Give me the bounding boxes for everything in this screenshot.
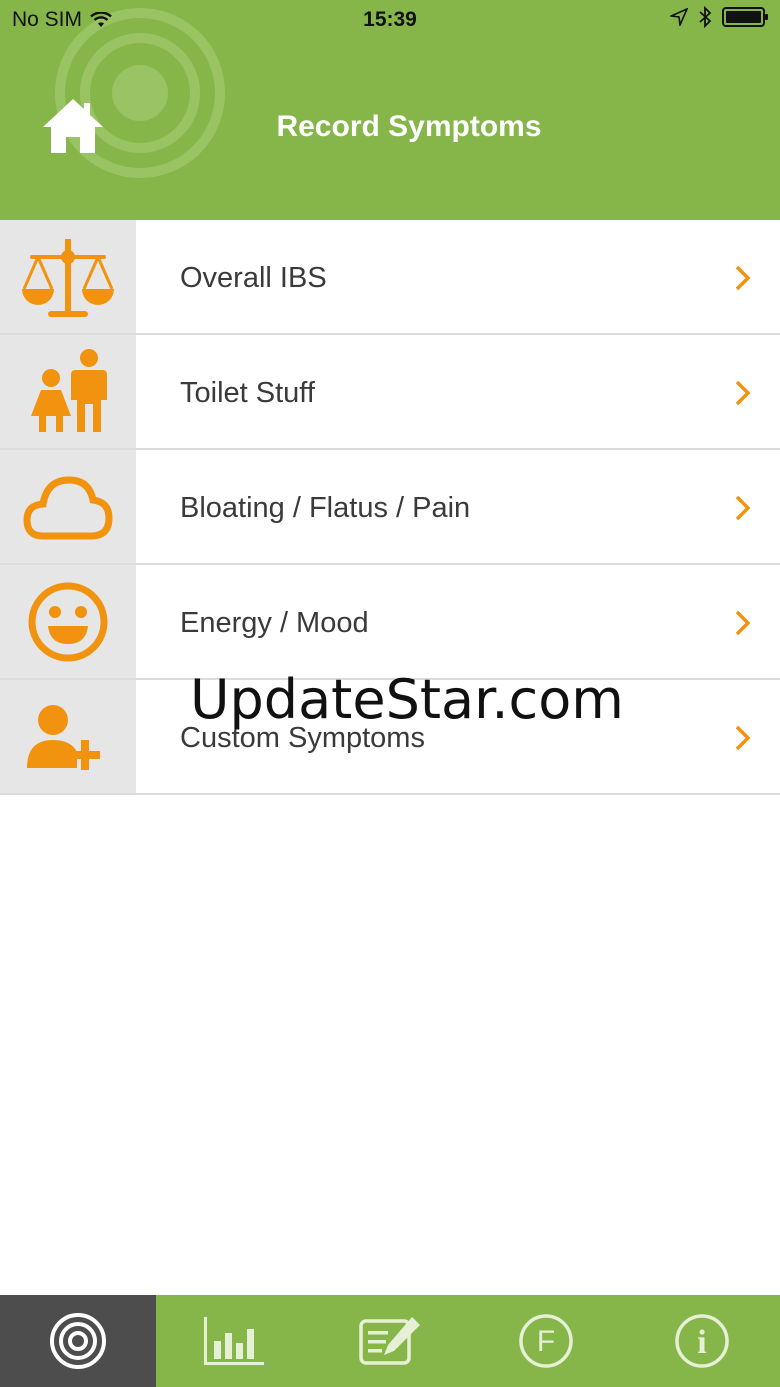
header: No SIM 15:39 Record Symptoms	[0, 0, 780, 220]
list-item-overall-ibs[interactable]: Overall IBS	[0, 220, 780, 335]
chevron-right-icon	[735, 725, 751, 751]
tab-foods[interactable]: F	[468, 1295, 624, 1387]
list-item-label: Toilet Stuff	[180, 377, 315, 409]
target-icon	[50, 1313, 106, 1369]
info-glyph: i	[697, 1324, 706, 1361]
f-glyph: F	[537, 1325, 555, 1358]
bluetooth-icon	[699, 6, 712, 28]
list-item-label: Energy / Mood	[180, 607, 369, 639]
chevron-right-icon	[735, 265, 751, 291]
f-circle-icon: F	[519, 1314, 573, 1368]
status-bar: No SIM 15:39	[0, 0, 780, 40]
status-clock: 15:39	[363, 8, 417, 31]
chevron-right-icon	[735, 495, 751, 521]
tab-diary[interactable]	[312, 1295, 468, 1387]
row-icon-cell	[0, 565, 136, 678]
people-icon	[31, 348, 107, 432]
tab-info[interactable]: i	[624, 1295, 780, 1387]
location-arrow-icon	[670, 8, 688, 26]
row-icon-cell	[0, 335, 136, 448]
cloud-icon	[23, 475, 113, 539]
scales-icon	[22, 238, 114, 317]
edit-notes-icon	[359, 1317, 420, 1365]
info-icon: i	[675, 1314, 729, 1368]
watermark-text: UpdateStar.com	[190, 668, 624, 731]
list-item-label: Overall IBS	[180, 262, 327, 294]
row-icon-cell	[0, 450, 136, 563]
chevron-right-icon	[735, 610, 751, 636]
page-title: Record Symptoms	[276, 110, 542, 143]
tab-charts[interactable]	[156, 1295, 312, 1387]
tab-bar: F i	[0, 1295, 780, 1387]
add-person-icon	[27, 704, 100, 770]
row-icon-cell	[0, 680, 136, 793]
list-item-bloating[interactable]: Bloating / Flatus / Pain	[0, 450, 780, 565]
list-item-toilet-stuff[interactable]: Toilet Stuff	[0, 335, 780, 450]
status-right-group	[670, 6, 770, 28]
battery-icon	[722, 7, 768, 27]
smiley-icon	[28, 582, 108, 661]
chevron-right-icon	[735, 380, 751, 406]
list-item-energy-mood[interactable]: Energy / Mood	[0, 565, 780, 680]
list-item-label: Bloating / Flatus / Pain	[180, 492, 471, 524]
row-icon-cell	[0, 220, 136, 333]
tab-record[interactable]	[0, 1295, 156, 1387]
bar-chart-icon	[204, 1317, 264, 1365]
